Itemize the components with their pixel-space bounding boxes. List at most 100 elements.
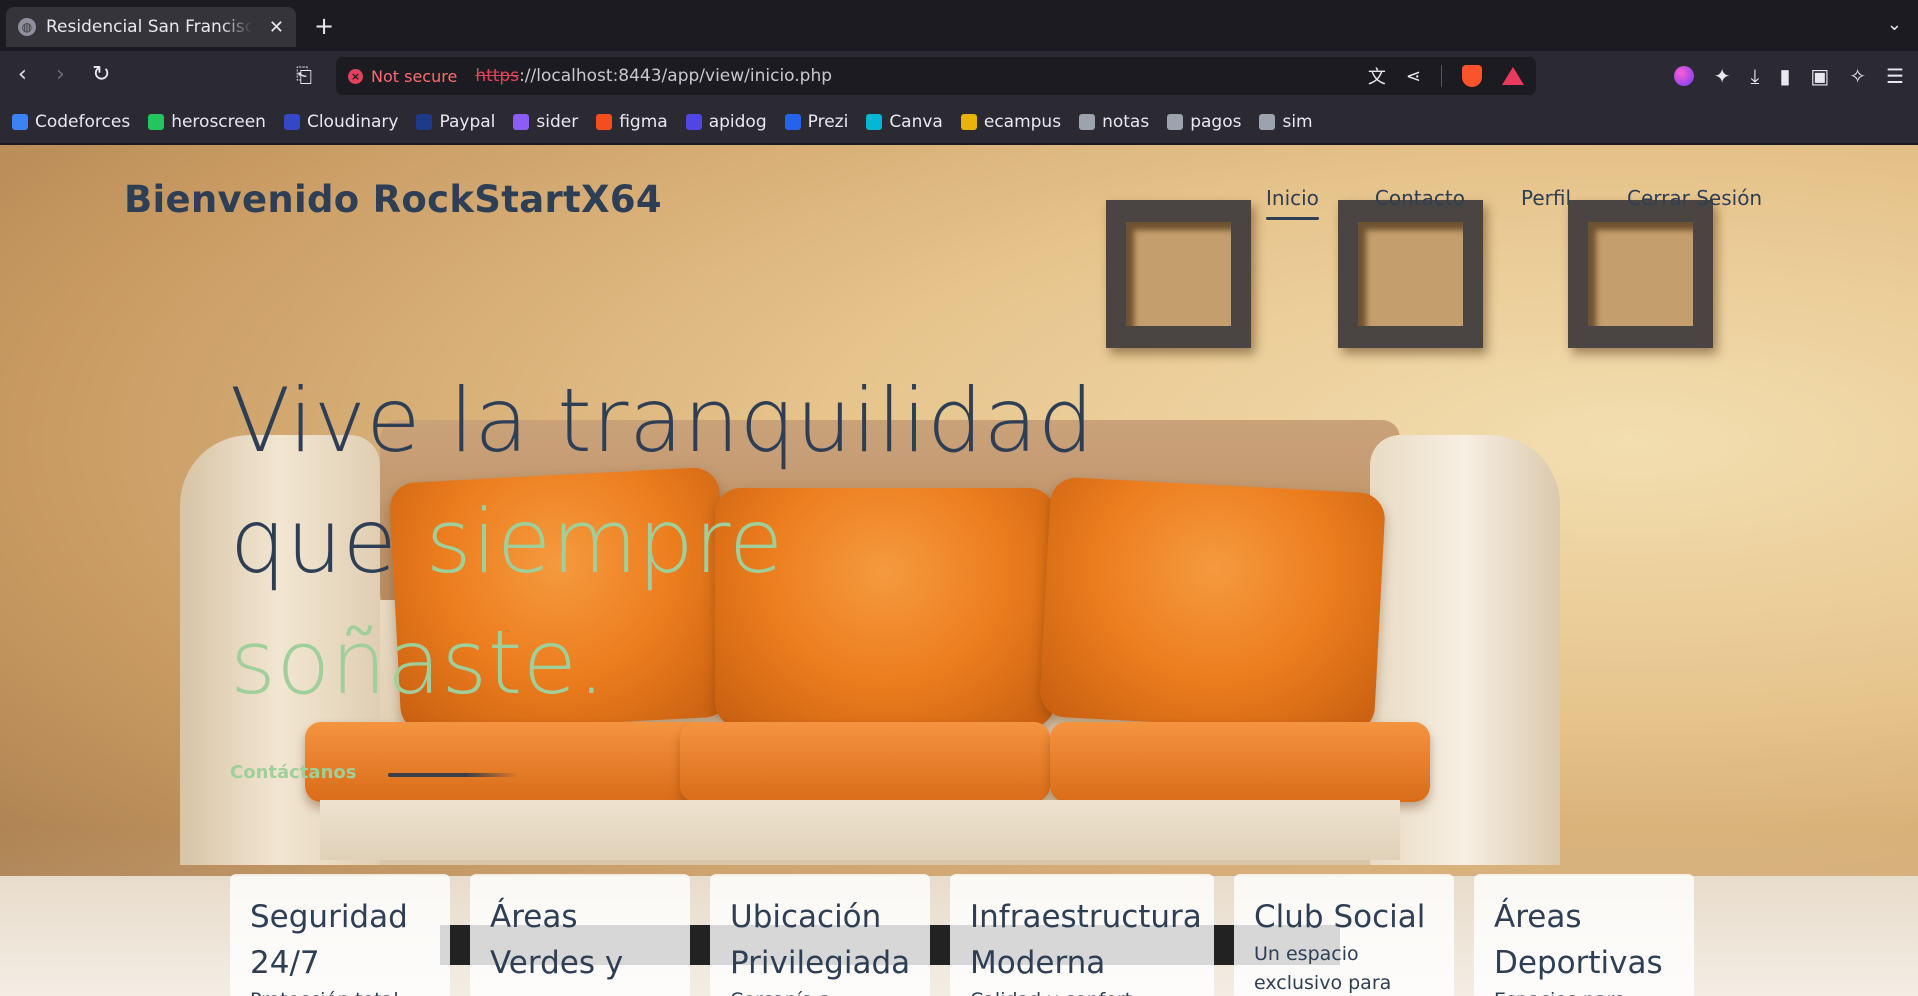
- feature-card-text: Espacios para: [1494, 986, 1676, 996]
- divider: [1441, 65, 1442, 87]
- back-icon[interactable]: ‹: [18, 62, 27, 88]
- url-path: ://localhost:8443/app/view/inicio.php: [519, 66, 833, 86]
- tab-title: Residencial San Francisco: [46, 17, 252, 37]
- leo-ai-icon[interactable]: [1673, 66, 1694, 86]
- hero-heading: Vive la tranquilidad que siempre soñaste…: [230, 360, 1094, 723]
- hero-line-3: soñaste.: [230, 611, 606, 714]
- seat-cushion-decoration: [305, 722, 715, 802]
- canva-icon: [866, 113, 883, 130]
- bookmark-pagos[interactable]: pagos: [1167, 112, 1241, 132]
- browser-tab[interactable]: ◍ Residencial San Francisco ✕: [6, 7, 296, 47]
- bookmark-figma[interactable]: figma: [596, 112, 668, 132]
- nav-link-inicio[interactable]: Inicio: [1266, 186, 1319, 220]
- bookmark-apidog[interactable]: apidog: [685, 111, 767, 132]
- bookmark-label: Canva: [889, 111, 943, 132]
- bookmark-label: sider: [536, 111, 579, 132]
- bookmark-sim[interactable]: sim: [1259, 111, 1313, 132]
- feature-card-text: Cercanía a: [730, 986, 912, 996]
- bookmark-canva[interactable]: Canva: [866, 112, 943, 132]
- paypal-icon: [416, 113, 433, 130]
- browser-toolbar: ‹ › ↻ ⎗ × Not secure https://localhost:8…: [0, 52, 1918, 100]
- feature-card: Ubicación Privilegiada Cercanía a: [710, 874, 930, 996]
- sidebar-icon[interactable]: ▮: [1779, 64, 1790, 88]
- apidog-icon: [685, 113, 702, 130]
- wall-shelf-decoration: [1338, 200, 1483, 348]
- download-icon[interactable]: ⤓: [1751, 64, 1760, 88]
- chevron-down-icon[interactable]: ⌄: [1887, 14, 1902, 35]
- sider-icon: [513, 113, 530, 130]
- forward-icon[interactable]: ›: [56, 62, 65, 88]
- bookmark-heroscreen[interactable]: heroscreen: [148, 112, 266, 132]
- feature-card-title: Áreas Verdes y: [490, 899, 624, 981]
- bookmark-cloudinary[interactable]: Cloudinary: [283, 112, 398, 132]
- hero-line-2-accent: siempre: [425, 490, 784, 593]
- bookmark-codeforces[interactable]: Codeforces: [12, 112, 130, 132]
- feature-card: Seguridad 24/7 Protección total: [230, 874, 450, 996]
- notas-icon: [1079, 113, 1096, 130]
- site-nav: Inicio Contacto Perfil Cerrar Sesión: [1266, 186, 1762, 220]
- bookmark-label: ecampus: [983, 111, 1062, 132]
- menu-icon[interactable]: ☰: [1886, 64, 1904, 88]
- hero-line-2: que siempre: [230, 481, 1094, 602]
- bookmark-label: Codeforces: [35, 111, 131, 132]
- site-brand: Bienvenido RockStartX64: [124, 178, 662, 221]
- bookmark-label: sim: [1282, 111, 1313, 132]
- web-page: Bienvenido RockStartX64 Inicio Contacto Pe…: [0, 145, 1918, 996]
- hero-line-1: Vive la tranquilidad: [230, 369, 1095, 472]
- cta-underline-decoration: [388, 773, 518, 777]
- feature-cards: Seguridad 24/7 Protección total Áreas Verd…: [230, 874, 1694, 996]
- reload-icon[interactable]: ↻: [92, 62, 110, 88]
- cloudinary-icon: [283, 113, 300, 130]
- new-tab-icon[interactable]: +: [314, 12, 334, 40]
- feature-card-text: Un espacio exclusivo para: [1254, 943, 1392, 994]
- bookmark-ecampus[interactable]: ecampus: [960, 111, 1062, 132]
- bookmark-sider[interactable]: sider: [513, 112, 578, 132]
- feature-card: Áreas Verdes y: [470, 874, 690, 996]
- feature-card-title: Ubicación Privilegiada: [730, 899, 911, 981]
- sofa-base-decoration: [320, 800, 1400, 860]
- seat-cushion-decoration: [680, 722, 1050, 802]
- extensions-icon[interactable]: ✦: [1714, 64, 1731, 88]
- figma-icon: [596, 113, 613, 130]
- feature-card-title: Seguridad 24/7: [250, 899, 408, 981]
- prezi-icon: [784, 113, 801, 130]
- url-scheme: https: [475, 66, 520, 86]
- tab-strip: ◍ Residencial San Francisco ✕ + ⌄: [0, 0, 1918, 52]
- bookmarks-bar: Codeforces heroscreen Cloudinary Paypal side…: [0, 100, 1918, 144]
- bookmark-icon[interactable]: ⎗: [296, 62, 312, 88]
- address-bar[interactable]: × Not secure https://localhost:8443/app/…: [336, 57, 1536, 95]
- bookmark-notas[interactable]: notas: [1079, 112, 1149, 132]
- url-text[interactable]: https://localhost:8443/app/view/inicio.p…: [475, 66, 832, 86]
- security-indicator[interactable]: × Not secure: [348, 67, 475, 86]
- nav-link-cerrar-sesion[interactable]: Cerrar Sesión: [1627, 186, 1762, 210]
- contact-cta-link[interactable]: Contáctanos: [230, 762, 356, 783]
- translate-icon[interactable]: 文: [1368, 63, 1386, 89]
- wall-shelf-decoration: [1568, 200, 1713, 348]
- codeforces-icon: [12, 113, 28, 130]
- wallet-icon[interactable]: ▣: [1810, 64, 1829, 88]
- bookmark-label: heroscreen: [171, 111, 266, 132]
- feature-card-text: Calidad y confort: [970, 986, 1196, 996]
- heroscreen-icon: [148, 113, 165, 130]
- ecampus-icon: [960, 113, 977, 130]
- brave-shields-icon[interactable]: [1462, 65, 1482, 87]
- hero-line-2-plain: que: [230, 490, 426, 593]
- close-tab-icon[interactable]: ✕: [269, 17, 284, 38]
- bookmark-label: notas: [1102, 111, 1150, 132]
- nav-link-perfil[interactable]: Perfil: [1521, 186, 1571, 210]
- bookmark-paypal[interactable]: Paypal: [416, 112, 495, 132]
- bookmark-label: Prezi: [807, 111, 849, 132]
- feature-card-title: Club Social: [1254, 899, 1426, 935]
- brave-rewards-icon[interactable]: [1502, 67, 1524, 85]
- feature-card: Áreas Deportivas Espacios para: [1474, 874, 1694, 996]
- feature-card-text: Protección total: [250, 986, 432, 996]
- share-icon[interactable]: ⋖: [1406, 66, 1421, 87]
- sparkle-icon[interactable]: ✧: [1849, 64, 1866, 88]
- warning-icon: ×: [348, 68, 363, 84]
- bookmark-prezi[interactable]: Prezi: [784, 111, 849, 132]
- globe-icon: ◍: [18, 18, 36, 36]
- sim-icon: [1259, 113, 1276, 130]
- bookmark-label: apidog: [708, 111, 767, 132]
- nav-link-contacto[interactable]: Contacto: [1375, 186, 1465, 210]
- feature-card-title: Áreas Deportivas: [1494, 899, 1663, 981]
